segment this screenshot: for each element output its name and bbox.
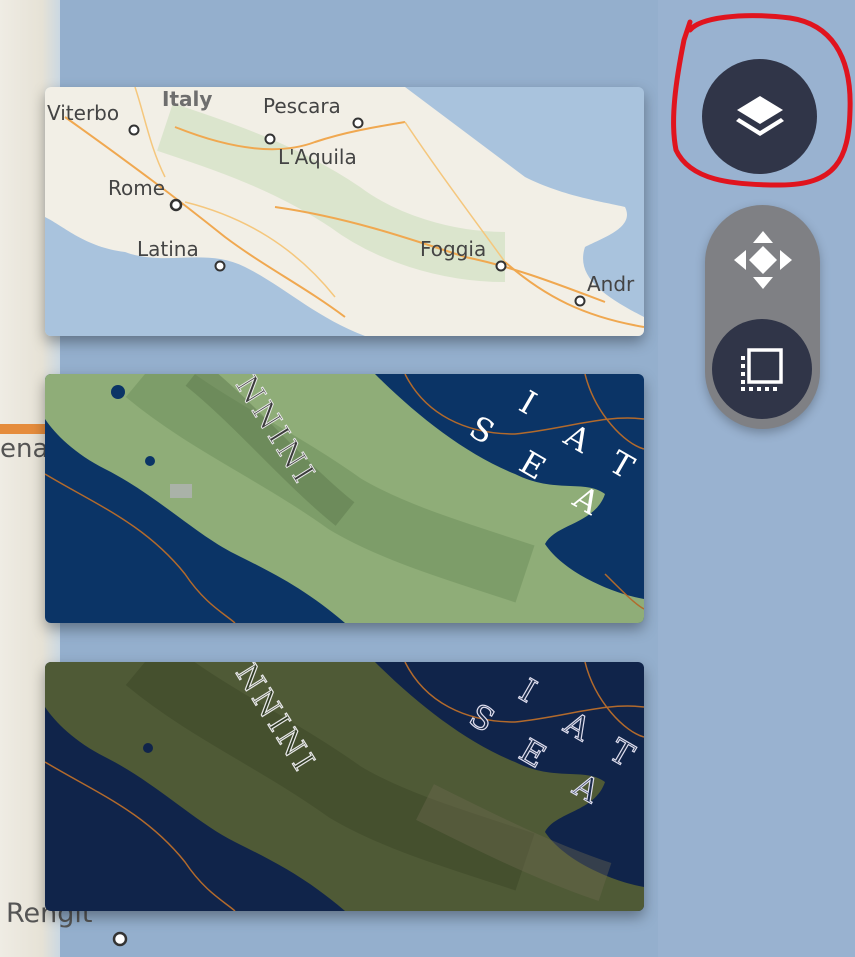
move-arrows-icon bbox=[733, 231, 792, 289]
background-city-marker bbox=[112, 931, 128, 947]
map-label-city: Andr bbox=[587, 272, 635, 296]
selection-box-icon bbox=[741, 348, 783, 391]
tool-group bbox=[705, 205, 820, 429]
basemap-option-streets[interactable]: Italy Viterbo Pescara L'Aquila Rome Lati… bbox=[45, 87, 644, 336]
streets-map-thumbnail: Italy Viterbo Pescara L'Aquila Rome Lati… bbox=[45, 87, 644, 336]
layers-button[interactable] bbox=[702, 59, 817, 174]
imagery-map-thumbnail: NNINI I A T S E A bbox=[45, 662, 644, 911]
map-label-city: Viterbo bbox=[47, 101, 119, 125]
pan-button[interactable] bbox=[705, 205, 820, 315]
basemap-option-imagery[interactable]: NNINI I A T S E A bbox=[45, 662, 644, 911]
map-label-city: Latina bbox=[137, 237, 199, 261]
basemap-option-topographic[interactable]: NNINI I A T S E A bbox=[45, 374, 644, 623]
map-label-city: Pescara bbox=[263, 94, 341, 118]
map-label-city: L'Aquila bbox=[278, 145, 357, 169]
map-label-region: Italy bbox=[162, 87, 212, 111]
background-road bbox=[0, 424, 48, 434]
map-label-city: Rome bbox=[108, 176, 165, 200]
topographic-map-thumbnail: NNINI I A T S E A bbox=[45, 374, 644, 623]
layers-icon bbox=[735, 95, 784, 136]
select-button[interactable] bbox=[712, 319, 812, 419]
map-label-city: Foggia bbox=[420, 237, 486, 261]
background-label-ena: ena bbox=[0, 434, 49, 464]
